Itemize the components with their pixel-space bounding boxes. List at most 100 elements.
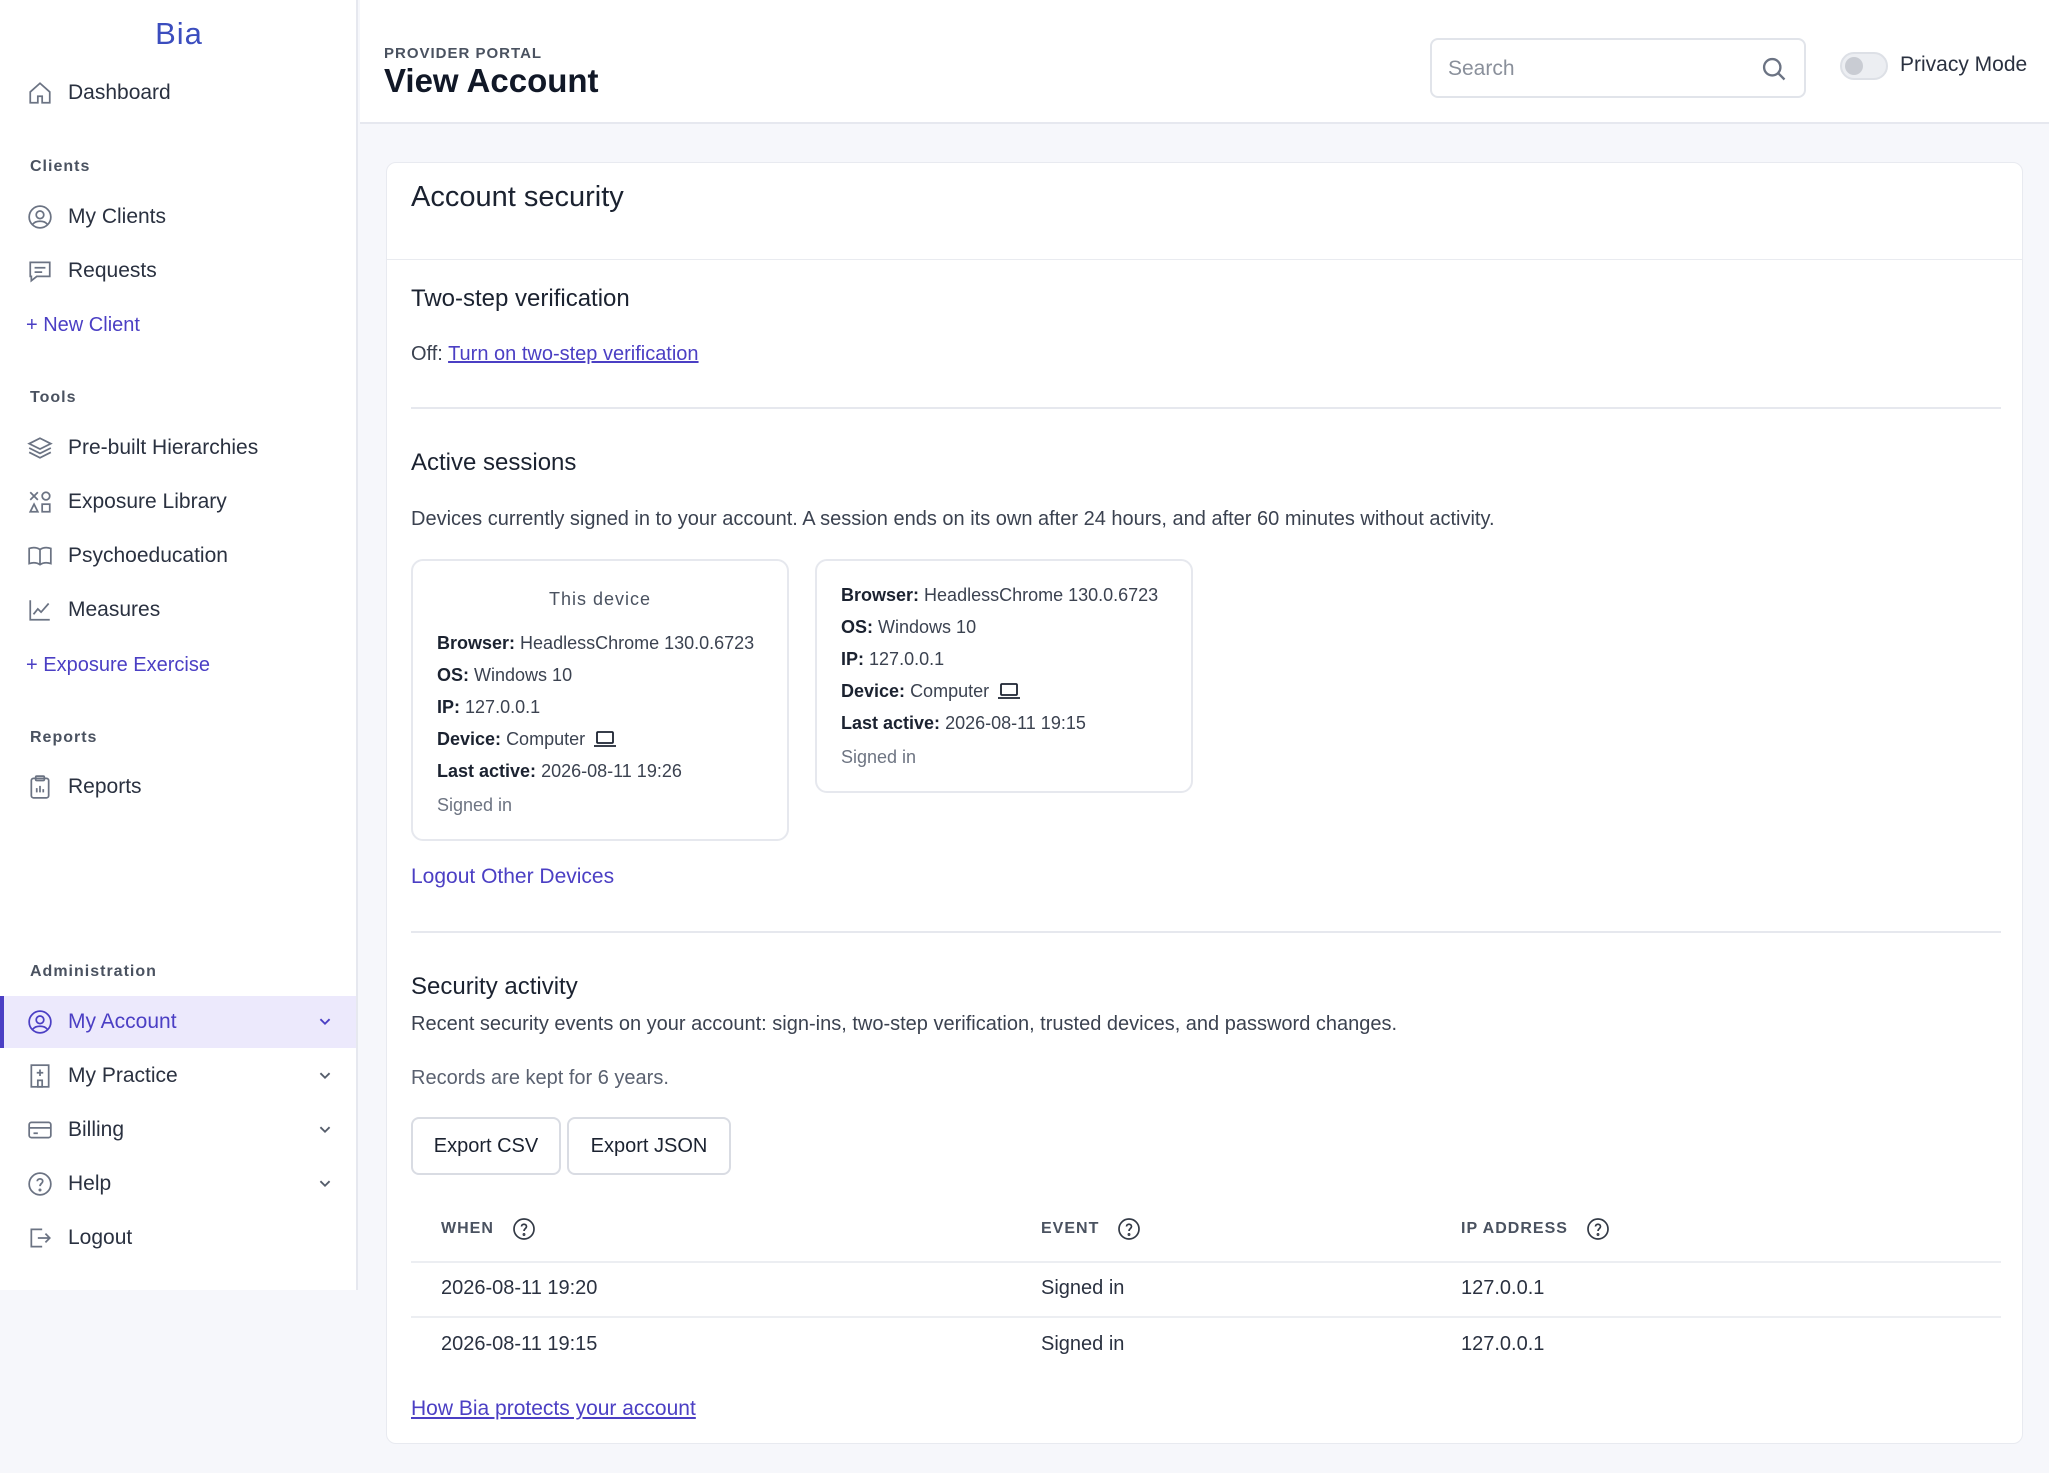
- sidebar-item-label: Reports: [68, 775, 142, 798]
- sidebar-item-requests[interactable]: Requests: [0, 245, 356, 297]
- chevron-down-icon[interactable]: [314, 1010, 336, 1032]
- session-device: Device: Computer: [437, 729, 617, 750]
- device-label: Device:: [841, 681, 906, 701]
- sidebar-item-label: Help: [68, 1172, 112, 1195]
- divider: [411, 1316, 2001, 1318]
- turn-on-two-step-link[interactable]: Turn on two-step verification: [448, 343, 698, 365]
- cell-event: Signed in: [1041, 1277, 1125, 1299]
- session-status: Signed in: [437, 795, 512, 816]
- logout-other-devices-link[interactable]: Logout Other Devices: [411, 865, 614, 889]
- security-activity-title: Security activity: [411, 973, 578, 1000]
- how-bia-protects-link[interactable]: How Bia protects your account: [411, 1397, 696, 1421]
- session-os: OS: Windows 10: [437, 665, 572, 686]
- session-browser: Browser: HeadlessChrome 130.0.6723: [841, 585, 1158, 606]
- device-label: Device:: [437, 729, 502, 749]
- help-circle-icon: [26, 1170, 54, 1198]
- section-administration: Administration: [30, 963, 157, 980]
- sidebar-item-prebuilt-hierarchies[interactable]: Pre-built Hierarchies: [0, 422, 356, 474]
- laptop-icon: [997, 681, 1021, 701]
- session-os: OS: Windows 10: [841, 617, 976, 638]
- cell-event: Signed in: [1041, 1333, 1125, 1355]
- ip-label: IP:: [841, 649, 865, 669]
- user-circle-icon: [26, 1008, 54, 1036]
- privacy-mode-toggle[interactable]: [1840, 52, 1888, 80]
- status-value: Signed in: [437, 795, 513, 815]
- divider: [411, 931, 2001, 933]
- building-icon: [26, 1062, 54, 1090]
- portal-label: PROVIDER PORTAL: [384, 45, 543, 62]
- session-header: This device: [548, 589, 652, 609]
- sidebar-item-label: Requests: [68, 259, 157, 282]
- chevron-down-icon[interactable]: [314, 1118, 336, 1140]
- active-sessions-title: Active sessions: [411, 449, 577, 476]
- browser-label: Browser:: [437, 633, 516, 653]
- divider: [387, 259, 2022, 260]
- search-input[interactable]: [1448, 52, 1748, 86]
- clipboard-icon: [26, 773, 54, 801]
- new-client-link[interactable]: + New Client: [26, 314, 140, 337]
- sidebar-item-label: My Practice: [68, 1064, 178, 1087]
- exposure-exercise-link[interactable]: + Exposure Exercise: [26, 654, 210, 677]
- brand-logo[interactable]: Bia: [0, 16, 358, 52]
- sidebar-item-label: Measures: [68, 598, 161, 621]
- sidebar-item-exposure-library[interactable]: Exposure Library: [0, 476, 356, 528]
- logout-icon: [26, 1224, 54, 1252]
- last-active-value: 2026-08-11 19:15: [945, 713, 1086, 733]
- os-value: Windows 10: [878, 617, 977, 637]
- session-device: Device: Computer: [841, 681, 1021, 702]
- search-icon[interactable]: [1760, 55, 1788, 83]
- os-value: Windows 10: [474, 665, 573, 685]
- two-step-status-line: Off: Turn on two-step verification: [411, 343, 699, 366]
- search-box: [1430, 38, 1806, 98]
- sidebar-item-label: Pre-built Hierarchies: [68, 436, 259, 459]
- sidebar-item-label: Psychoeducation: [68, 544, 228, 567]
- section-tools: Tools: [30, 389, 77, 406]
- sidebar-item-label: Billing: [68, 1118, 125, 1141]
- cell-ip: 127.0.0.1: [1461, 1333, 1545, 1355]
- device-value: Computer: [910, 681, 990, 701]
- sidebar-item-psychoeducation[interactable]: Psychoeducation: [0, 530, 356, 582]
- os-label: OS:: [437, 665, 470, 685]
- sidebar-item-billing[interactable]: Billing: [0, 1104, 356, 1156]
- card-title: Account security: [411, 181, 624, 213]
- sidebar-item-label: Logout: [68, 1226, 133, 1249]
- help-icon[interactable]: [512, 1217, 536, 1241]
- sidebar-item-help[interactable]: Help: [0, 1158, 356, 1210]
- top-bar: PROVIDER PORTAL View Account Privacy Mod…: [360, 0, 2049, 124]
- chevron-down-icon[interactable]: [314, 1064, 336, 1086]
- cell-when: 2026-08-11 19:15: [441, 1333, 598, 1355]
- status-value: Signed in: [841, 747, 917, 767]
- browser-value: HeadlessChrome 130.0.6723: [924, 585, 1159, 605]
- page-title: View Account: [384, 62, 599, 99]
- retention-note: Records are kept for 6 years.: [411, 1067, 669, 1089]
- section-clients: Clients: [30, 158, 91, 175]
- browser-label: Browser:: [841, 585, 920, 605]
- session-ip: IP: 127.0.0.1: [841, 649, 944, 670]
- sidebar-item-my-practice[interactable]: My Practice: [0, 1050, 356, 1102]
- help-icon[interactable]: [1117, 1217, 1141, 1241]
- two-step-status: Off:: [411, 343, 443, 365]
- help-icon[interactable]: [1586, 1217, 1610, 1241]
- chevron-down-icon[interactable]: [314, 1172, 336, 1194]
- laptop-icon: [593, 729, 617, 749]
- ip-value: 127.0.0.1: [465, 697, 541, 717]
- sidebar-item-my-clients[interactable]: My Clients: [0, 191, 356, 243]
- column-label: WHEN: [441, 1220, 494, 1237]
- sidebar-item-logout[interactable]: Logout: [0, 1212, 356, 1264]
- export-json-button[interactable]: Export JSON: [567, 1117, 731, 1175]
- sidebar-item-reports[interactable]: Reports: [0, 761, 356, 813]
- session-ip: IP: 127.0.0.1: [437, 697, 540, 718]
- session-card: Browser: HeadlessChrome 130.0.6723 OS: W…: [815, 559, 1193, 793]
- sidebar-item-label: Exposure Library: [68, 490, 227, 513]
- column-header-ip-address: IP ADDRESS: [1461, 1217, 1610, 1241]
- last-active-label: Last active:: [841, 713, 941, 733]
- sidebar-item-dashboard[interactable]: Dashboard: [0, 67, 356, 119]
- sidebar-item-my-account[interactable]: My Account: [0, 996, 356, 1048]
- home-icon: [26, 79, 54, 107]
- session-last-active: Last active: 2026-08-11 19:26: [437, 761, 682, 782]
- export-csv-button[interactable]: Export CSV: [411, 1117, 561, 1175]
- sidebar-item-label: Dashboard: [68, 81, 171, 104]
- security-activity-description: Recent security events on your account: …: [411, 1013, 1398, 1035]
- section-reports: Reports: [30, 729, 98, 746]
- sidebar-item-measures[interactable]: Measures: [0, 584, 356, 636]
